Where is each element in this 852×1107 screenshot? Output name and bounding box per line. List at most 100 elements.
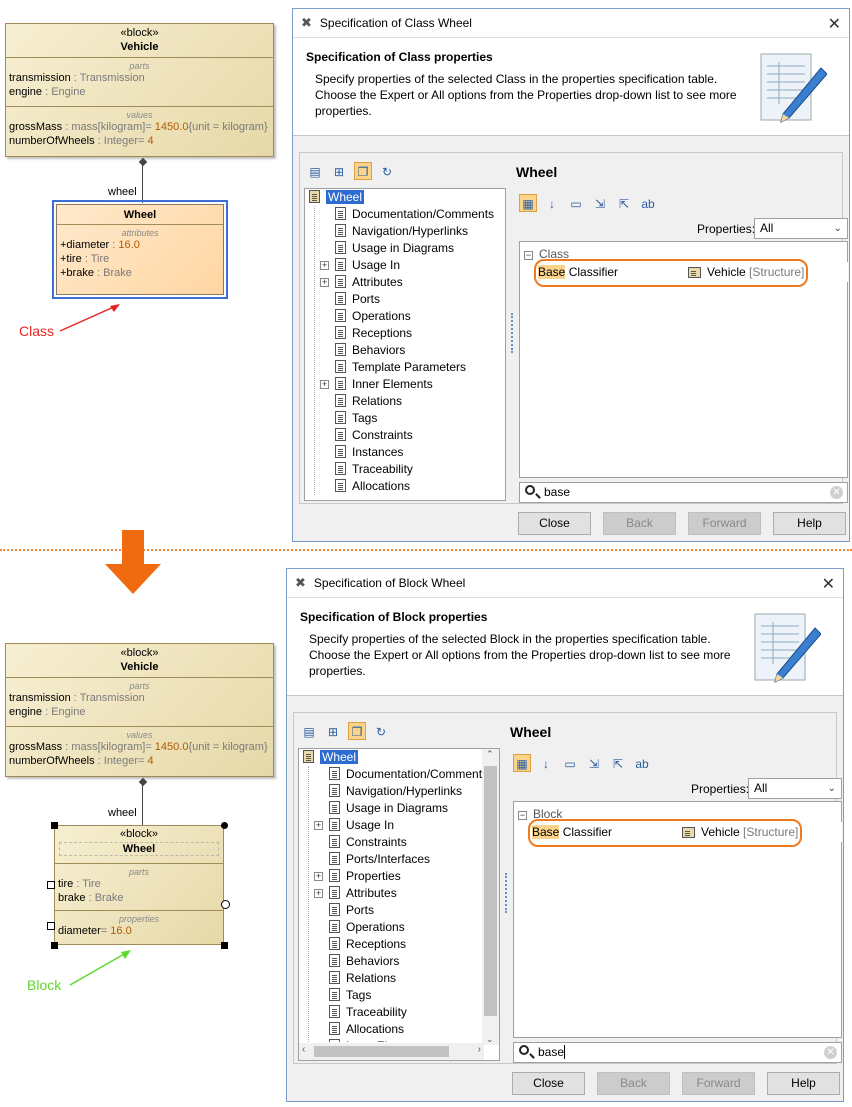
copy-icon[interactable]: ❐ — [354, 162, 372, 180]
tree-item[interactable]: Traceability — [335, 461, 505, 478]
tree-item[interactable]: + Properties — [314, 868, 499, 885]
help-button[interactable]: Help — [767, 1072, 840, 1095]
collapse-icon[interactable]: − — [518, 811, 527, 820]
resize-handle[interactable] — [51, 822, 58, 829]
scrollbar-thumb[interactable] — [484, 766, 497, 1016]
close-icon[interactable]: ✕ — [828, 14, 841, 34]
tree-item[interactable]: Relations — [335, 393, 505, 410]
expand-icon[interactable]: ⇲ — [591, 195, 609, 213]
tree-item[interactable]: Documentation/Comment — [329, 766, 499, 783]
tree-item[interactable]: Relations — [329, 970, 499, 987]
collapse-icon[interactable] — [47, 922, 55, 930]
tree-item[interactable]: Constraints — [335, 427, 505, 444]
clear-icon[interactable]: ✕ — [830, 486, 843, 499]
properties-table[interactable]: − Block Base Classifier Vehicle [Structur… — [513, 801, 842, 1038]
category-tree[interactable]: Wheel Documentation/Comments Navigation/H… — [304, 188, 506, 501]
categorized-icon[interactable]: ▦ — [519, 194, 537, 212]
vertical-scrollbar[interactable]: ⌃ ⌄ — [482, 749, 499, 1045]
forward-button[interactable]: Forward — [682, 1072, 755, 1095]
tree-item[interactable]: + Attributes — [320, 274, 505, 291]
add-port-icon[interactable] — [221, 900, 230, 909]
expand-icon[interactable]: + — [320, 261, 329, 270]
properties-dropdown[interactable]: All ⌄ — [754, 218, 848, 239]
close-button[interactable]: Close — [512, 1072, 585, 1095]
filter-icon[interactable]: ⇱ — [615, 195, 633, 213]
scrollbar-thumb[interactable] — [314, 1046, 449, 1057]
tree-item[interactable]: Tags — [329, 987, 499, 1004]
tree-item[interactable]: Traceability — [329, 1004, 499, 1021]
clear-icon[interactable]: ✕ — [824, 1046, 837, 1059]
collapse-icon[interactable]: − — [524, 251, 533, 260]
close-icon[interactable]: ✕ — [822, 574, 835, 594]
tree-item[interactable]: + Usage In — [314, 817, 499, 834]
search-input[interactable]: base ✕ — [519, 482, 848, 503]
tree-root[interactable]: Wheel — [299, 749, 499, 766]
tree-item[interactable]: Usage in Diagrams — [329, 800, 499, 817]
tree-item[interactable]: Allocations — [335, 478, 505, 495]
tree-item[interactable]: + Attributes — [314, 885, 499, 902]
spell-icon[interactable]: ab — [633, 755, 651, 773]
tree-item[interactable]: Behaviors — [335, 342, 505, 359]
category-tree[interactable]: Wheel Documentation/Comment Navigation/Hy… — [298, 748, 500, 1061]
tree-view-icon[interactable]: ⊞ — [324, 723, 342, 741]
vehicle-block[interactable]: «block» Vehicle parts transmission : Tra… — [5, 23, 274, 157]
copy-icon[interactable]: ❐ — [348, 722, 366, 740]
tree-item[interactable]: Navigation/Hyperlinks — [329, 783, 499, 800]
sort-az-icon[interactable]: ↓ — [543, 195, 561, 213]
spell-icon[interactable]: ab — [639, 195, 657, 213]
expand-icon[interactable]: + — [320, 278, 329, 287]
help-button[interactable]: Help — [773, 512, 846, 535]
collapse-icon[interactable] — [47, 881, 55, 889]
tree-item[interactable]: Usage in Diagrams — [335, 240, 505, 257]
splitter[interactable] — [505, 873, 507, 913]
tree-item[interactable]: Tags — [335, 410, 505, 427]
resize-handle[interactable] — [51, 942, 58, 949]
list-view-icon[interactable]: ▤ — [300, 723, 318, 741]
expand-icon[interactable]: ⇲ — [585, 755, 603, 773]
close-button[interactable]: Close — [518, 512, 591, 535]
properties-dropdown[interactable]: All ⌄ — [748, 778, 842, 799]
composition-connector[interactable] — [138, 777, 148, 825]
tree-item[interactable]: Inner Elements — [329, 1038, 499, 1042]
tree-item[interactable]: + Inner Elements — [320, 376, 505, 393]
tree-item[interactable]: + Usage In — [320, 257, 505, 274]
refresh-icon[interactable]: ↻ — [372, 723, 390, 741]
horizontal-scrollbar[interactable]: ‹ › — [299, 1043, 484, 1060]
composition-connector[interactable] — [138, 157, 148, 203]
spec-dialog-block[interactable]: ✖ Specification of Block Wheel ✕ Specifi… — [286, 568, 844, 1102]
splitter[interactable] — [511, 313, 513, 353]
tree-item[interactable]: Instances — [335, 444, 505, 461]
expand-icon[interactable]: + — [320, 380, 329, 389]
wheel-class[interactable]: Wheel attributes +diameter : 16.0 +tire … — [56, 204, 224, 295]
list-view-icon[interactable]: ▤ — [306, 163, 324, 181]
expand-icon[interactable]: + — [314, 889, 323, 898]
vehicle-block[interactable]: «block» Vehicle parts transmission : Tra… — [5, 643, 274, 777]
wheel-block[interactable]: «block» Wheel parts tire : Tire brake : … — [54, 825, 224, 945]
tree-item[interactable]: Navigation/Hyperlinks — [335, 223, 505, 240]
tree-item[interactable]: Operations — [335, 308, 505, 325]
tree-item[interactable]: Template Parameters — [335, 359, 505, 376]
tree-item[interactable]: Receptions — [329, 936, 499, 953]
refresh-icon[interactable]: ↻ — [378, 163, 396, 181]
block-name[interactable]: Wheel — [59, 842, 219, 856]
tree-item[interactable]: Ports — [329, 902, 499, 919]
properties-table[interactable]: − Class Base Classifier Vehicle [Structur… — [519, 241, 848, 478]
tree-item[interactable]: Constraints — [329, 834, 499, 851]
spec-dialog-class[interactable]: ✖ Specification of Class Wheel ✕ Specifi… — [292, 8, 850, 542]
tree-item[interactable]: Allocations — [329, 1021, 499, 1038]
tree-item[interactable]: Receptions — [335, 325, 505, 342]
collapse-icon[interactable]: ▭ — [561, 755, 579, 773]
tree-item[interactable]: Behaviors — [329, 953, 499, 970]
tree-item[interactable]: Operations — [329, 919, 499, 936]
forward-button[interactable]: Forward — [688, 512, 761, 535]
sort-az-icon[interactable]: ↓ — [537, 755, 555, 773]
tree-root[interactable]: Wheel — [305, 189, 505, 206]
back-button[interactable]: Back — [597, 1072, 670, 1095]
resize-handle[interactable] — [221, 942, 228, 949]
tree-view-icon[interactable]: ⊞ — [330, 163, 348, 181]
tree-item[interactable]: Ports/Interfaces — [329, 851, 499, 868]
categorized-icon[interactable]: ▦ — [513, 754, 531, 772]
expand-icon[interactable]: + — [314, 821, 323, 830]
tree-item[interactable]: Documentation/Comments — [335, 206, 505, 223]
filter-icon[interactable]: ⇱ — [609, 755, 627, 773]
